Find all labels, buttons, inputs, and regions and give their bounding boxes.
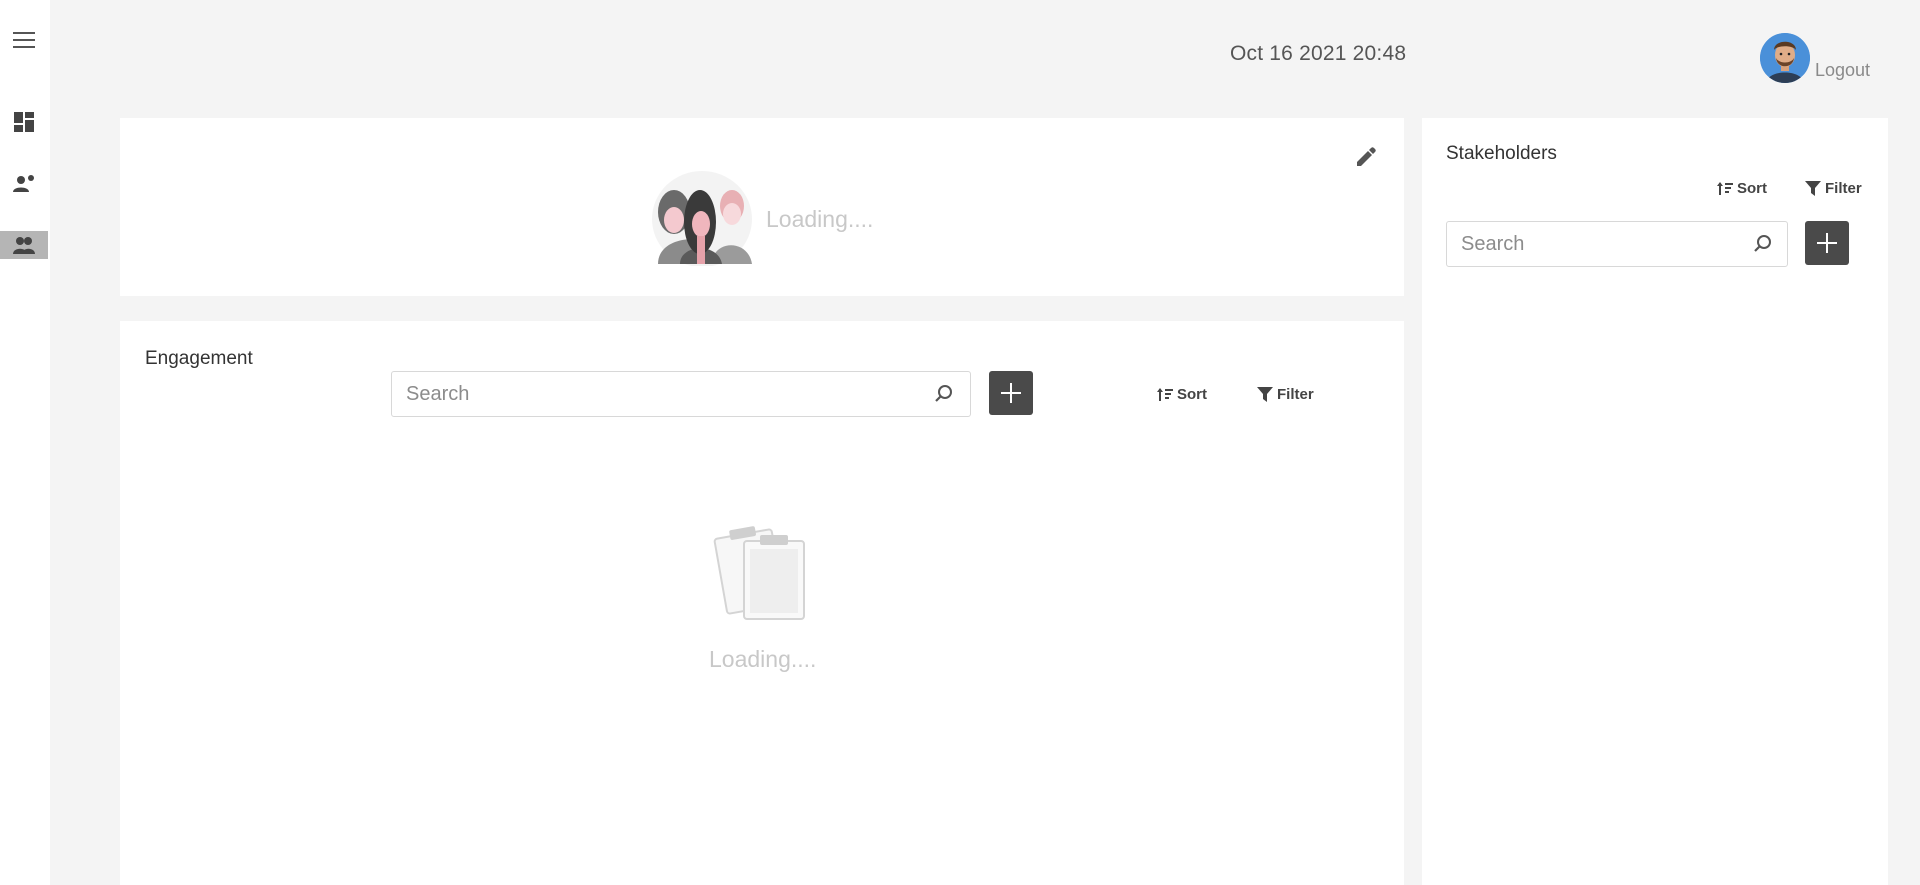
- add-engagement-button[interactable]: [989, 371, 1033, 415]
- sidebar-item-people[interactable]: [0, 231, 48, 259]
- dashboard-icon: [14, 112, 34, 132]
- plus-icon: [1001, 383, 1021, 403]
- stakeholders-search: [1446, 221, 1788, 267]
- profile-loading-text: Loading....: [766, 206, 874, 232]
- engagement-search: [391, 371, 971, 417]
- filter-icon: [1805, 181, 1821, 196]
- engagement-title: Engagement: [145, 348, 253, 369]
- stakeholders-sort-label: Sort: [1737, 180, 1767, 197]
- stakeholders-title: Stakeholders: [1446, 143, 1557, 164]
- sort-icon: [1157, 387, 1173, 401]
- team-placeholder-icon: [652, 171, 752, 267]
- team-illustration: [652, 164, 758, 271]
- stakeholders-filter-label: Filter: [1825, 180, 1862, 197]
- engagement-filter-label: Filter: [1277, 386, 1314, 403]
- hamburger-menu-icon: [13, 32, 35, 48]
- menu-button[interactable]: [0, 26, 48, 54]
- plus-icon: [1817, 233, 1837, 253]
- logout-link[interactable]: Logout: [1815, 60, 1870, 81]
- header-datetime: Oct 16 2021 20:48: [1230, 42, 1407, 65]
- engagement-filter-button[interactable]: Filter: [1257, 386, 1314, 403]
- user-avatar-icon: [1760, 33, 1810, 83]
- sort-icon: [1717, 181, 1733, 195]
- engagement-sort-button[interactable]: Sort: [1157, 386, 1207, 403]
- engagement-sort-label: Sort: [1177, 386, 1207, 403]
- search-icon[interactable]: [934, 384, 954, 404]
- avatar[interactable]: [1760, 33, 1810, 83]
- stakeholders-sort-button[interactable]: Sort: [1717, 180, 1767, 197]
- profile-card: Loading....: [120, 118, 1404, 296]
- clipboard-placeholder-icon: [713, 526, 805, 620]
- people-icon: [13, 237, 35, 254]
- search-icon[interactable]: [1753, 234, 1773, 254]
- sidebar-item-dashboard[interactable]: [0, 108, 48, 136]
- person-add-icon: [13, 175, 34, 192]
- engagement-loading-text: Loading....: [709, 646, 817, 672]
- edit-button[interactable]: [1355, 146, 1377, 173]
- filter-icon: [1257, 387, 1273, 402]
- sidebar-item-stakeholder[interactable]: [0, 169, 48, 197]
- stakeholders-card: Stakeholders Sort Filter: [1422, 118, 1888, 885]
- engagement-card: Engagement Sort Filter: [120, 321, 1404, 885]
- pencil-icon: [1357, 147, 1376, 166]
- stakeholders-search-input[interactable]: [1461, 222, 1741, 266]
- stakeholders-filter-button[interactable]: Filter: [1805, 180, 1862, 197]
- sidebar: [0, 0, 50, 885]
- clipboard-illustration: [712, 519, 814, 626]
- engagement-search-input[interactable]: [406, 372, 906, 416]
- add-stakeholder-button[interactable]: [1805, 221, 1849, 265]
